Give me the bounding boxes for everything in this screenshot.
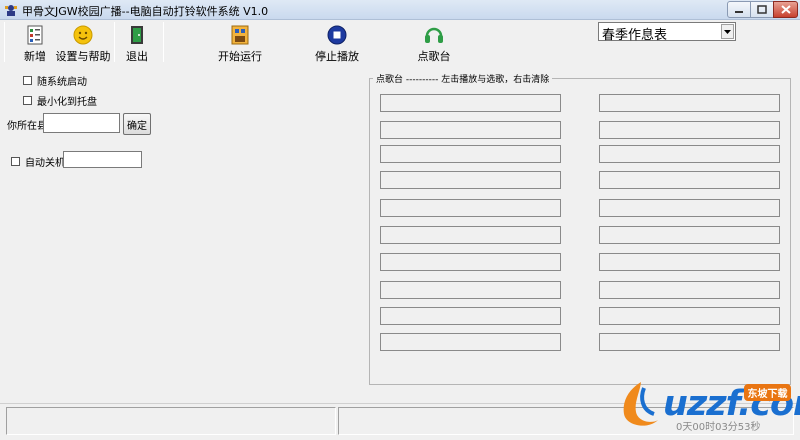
watermark-logo-icon	[623, 382, 658, 426]
song-slot[interactable]	[380, 307, 561, 325]
song-slot[interactable]	[599, 171, 780, 189]
close-icon	[780, 5, 791, 14]
dropdown-button[interactable]	[721, 24, 734, 39]
settings-label: 设置与帮助	[55, 50, 111, 63]
new-button[interactable]: 新增	[21, 24, 49, 64]
exit-icon	[131, 26, 143, 44]
song-request-legend: 点歌台 ---------- 左击播放与选歌，右击清除	[373, 72, 553, 85]
watermark: uzzf.com 东坡下载 0天00时03分53秒	[618, 378, 800, 436]
autostart-label: 随系统启动	[37, 77, 87, 88]
song-slot[interactable]	[380, 199, 561, 217]
start-icon	[231, 25, 249, 45]
song-slot[interactable]	[380, 333, 561, 351]
autostart-option[interactable]: 随系统启动	[23, 73, 87, 88]
autostart-checkbox[interactable]	[23, 76, 32, 85]
auto-shutdown-label: 自动关机	[25, 158, 65, 169]
request-button[interactable]: 点歌台	[417, 24, 451, 64]
toolbar-separator	[114, 22, 115, 62]
maximize-icon	[757, 5, 767, 14]
toolbar-separator	[163, 22, 164, 62]
stop-label: 停止播放	[315, 50, 359, 63]
minimize-tray-option[interactable]: 最小化到托盘	[23, 93, 97, 108]
shutdown-time-input[interactable]	[63, 151, 142, 168]
start-button[interactable]: 开始运行	[218, 24, 262, 64]
song-slot[interactable]	[380, 281, 561, 299]
song-slot[interactable]	[380, 94, 561, 112]
exit-label: 退出	[126, 50, 148, 63]
new-icon	[27, 25, 43, 45]
song-slot[interactable]	[599, 94, 780, 112]
schedule-select[interactable]: 春季作息表	[598, 22, 736, 43]
new-label: 新增	[24, 50, 46, 63]
song-slot[interactable]	[380, 253, 561, 271]
song-slot[interactable]	[380, 226, 561, 244]
county-label: 你所在县	[7, 121, 47, 132]
minimize-tray-label: 最小化到托盘	[37, 97, 97, 108]
song-slot[interactable]	[599, 226, 780, 244]
song-slot[interactable]	[380, 121, 561, 139]
auto-shutdown-checkbox[interactable]	[11, 157, 20, 166]
minimize-icon	[735, 10, 743, 13]
request-icon	[425, 27, 443, 43]
song-slot[interactable]	[599, 121, 780, 139]
watermark-sub: 0天00时03分53秒	[676, 422, 761, 433]
song-slot[interactable]	[599, 307, 780, 325]
close-button[interactable]	[773, 1, 798, 18]
song-slot[interactable]	[599, 281, 780, 299]
status-pane-left	[6, 407, 336, 435]
song-slot[interactable]	[380, 171, 561, 189]
confirm-button[interactable]: 确定	[123, 113, 151, 135]
song-slot[interactable]	[599, 253, 780, 271]
minimize-button[interactable]	[727, 1, 751, 18]
chevron-down-icon	[724, 29, 731, 34]
toolbar-separator	[4, 22, 5, 62]
maximize-button[interactable]	[750, 1, 774, 18]
title-bar: 甲骨文JGW校园广播--电脑自动打铃软件系统 V1.0	[0, 0, 800, 20]
stop-icon	[327, 25, 347, 45]
app-icon	[5, 5, 17, 16]
exit-button[interactable]: 退出	[126, 24, 148, 64]
start-label: 开始运行	[218, 50, 262, 63]
schedule-selected: 春季作息表	[602, 28, 668, 43]
settings-icon	[73, 25, 93, 45]
county-input[interactable]	[43, 113, 120, 133]
song-slot[interactable]	[599, 145, 780, 163]
auto-shutdown-option[interactable]: 自动关机	[11, 154, 65, 169]
watermark-badge: 东坡下载	[744, 384, 791, 401]
window-title: 甲骨文JGW校园广播--电脑自动打铃软件系统 V1.0	[22, 5, 269, 18]
request-label: 点歌台	[417, 50, 451, 63]
song-slot[interactable]	[599, 333, 780, 351]
settings-help-button[interactable]: 设置与帮助	[56, 24, 111, 64]
song-slot[interactable]	[380, 145, 561, 163]
minimize-tray-checkbox[interactable]	[23, 96, 32, 105]
song-slot[interactable]	[599, 199, 780, 217]
stop-button[interactable]: 停止播放	[315, 24, 359, 64]
